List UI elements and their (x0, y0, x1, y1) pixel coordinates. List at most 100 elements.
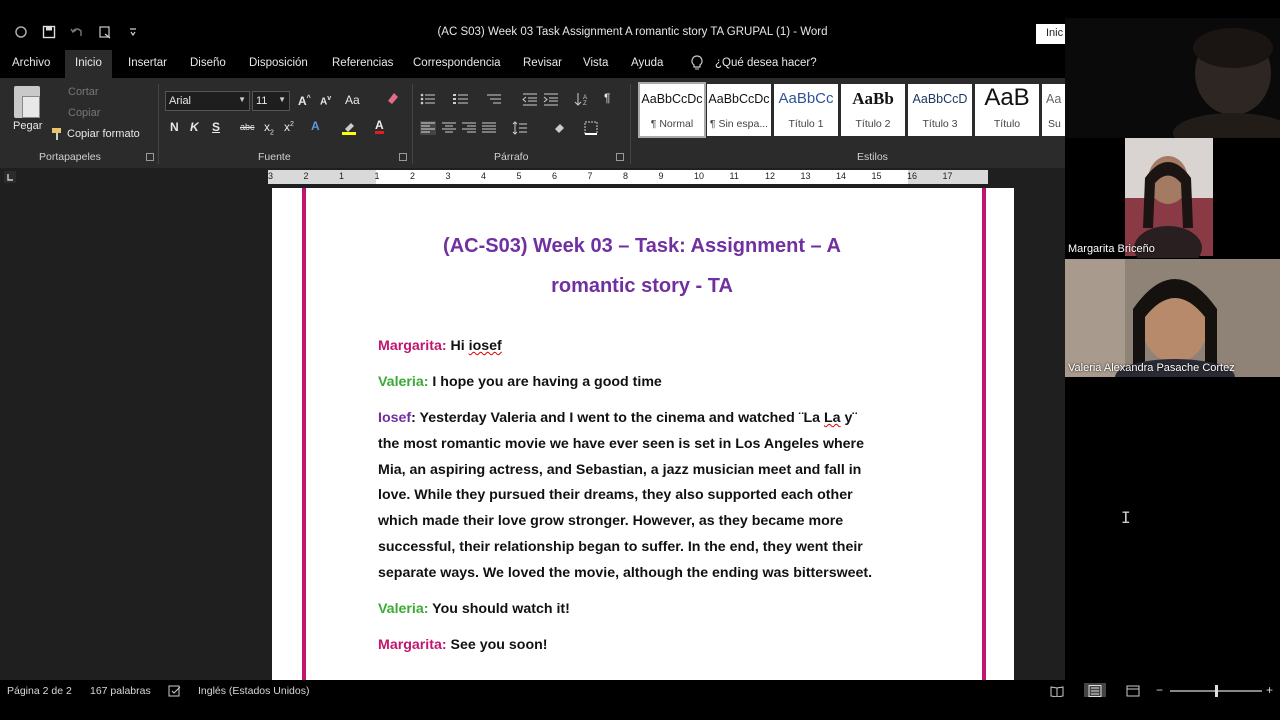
zoom-slider-knob[interactable] (1215, 685, 1218, 697)
group-label-font: Fuente (258, 151, 291, 163)
separator (412, 84, 413, 164)
ruler-number: 3 (268, 171, 274, 181)
document-title-line-1: (AC-S03) Week 03 – Task: Assignment – A (443, 235, 841, 257)
proofing-icon[interactable] (168, 684, 182, 697)
tab-diseno[interactable]: Diseño (190, 57, 226, 69)
change-case-button[interactable]: Aa (345, 93, 360, 107)
highlight-icon[interactable] (341, 121, 357, 135)
style-subtitle[interactable]: Aa Su (1042, 84, 1065, 136)
tab-referencias[interactable]: Referencias (332, 57, 393, 69)
group-label-paragraph: Párrafo (494, 151, 529, 163)
grow-font-icon[interactable]: A^ (298, 94, 311, 108)
style-normal[interactable]: AaBbCcDc ¶ Normal (638, 82, 706, 138)
line-text: See you soon! (446, 637, 548, 653)
shrink-font-icon[interactable]: Av (320, 95, 331, 107)
clipboard-launcher-icon[interactable] (146, 153, 154, 161)
word-count[interactable]: 167 palabras (90, 685, 151, 697)
speaker-name: Iosef (378, 410, 412, 426)
window-title: (AC S03) Week 03 Task Assignment A roman… (437, 26, 828, 38)
participant-tile[interactable] (1065, 18, 1280, 138)
tab-correspondencia[interactable]: Correspondencia (413, 57, 501, 69)
show-formatting-icon[interactable]: ¶ (604, 91, 610, 105)
font-name-combo[interactable]: Arial ▼ (165, 91, 250, 111)
style-preview: AaBbCcD (912, 92, 968, 106)
chevron-down-icon: ▼ (238, 95, 246, 104)
text-cursor-icon: I (1121, 508, 1131, 527)
multilevel-list-icon[interactable] (486, 92, 502, 106)
underline-button[interactable]: S (212, 120, 220, 134)
tab-ayuda[interactable]: Ayuda (631, 57, 663, 69)
align-right-icon[interactable] (461, 121, 477, 135)
document-page[interactable]: (AC-S03) Week 03 – Task: Assignment – A … (272, 188, 1014, 680)
italic-button[interactable]: K (190, 120, 199, 134)
paste-icon[interactable] (14, 86, 40, 118)
style-heading-1[interactable]: AaBbCc Título 1 (774, 84, 838, 136)
tab-inicio[interactable]: Inicio (65, 50, 112, 78)
tab-disposicion[interactable]: Disposición (249, 57, 308, 69)
decrease-indent-icon[interactable] (522, 92, 538, 106)
zoom-in-button[interactable]: + (1266, 683, 1273, 697)
align-center-icon[interactable] (441, 121, 457, 135)
speaker-name: Valeria: (378, 601, 429, 617)
participant-tile[interactable]: Valeria Alexandra Pasache Cortez (1065, 259, 1280, 377)
bold-button[interactable]: N (170, 120, 179, 134)
style-heading-3[interactable]: AaBbCcD Título 3 (908, 84, 972, 136)
line-spacing-icon[interactable] (512, 121, 528, 135)
style-no-spacing[interactable]: AaBbCcDc ¶ Sin espa... (707, 84, 771, 136)
web-layout-icon[interactable] (1126, 684, 1140, 697)
cut-button[interactable]: Cortar (68, 86, 99, 98)
tab-archivo[interactable]: Archivo (12, 57, 50, 69)
justify-icon[interactable] (481, 121, 497, 135)
read-mode-icon[interactable] (1050, 684, 1064, 698)
zoom-out-button[interactable]: − (1156, 683, 1163, 697)
tab-revisar[interactable]: Revisar (523, 57, 562, 69)
line-text: I hope you are having a good time (428, 374, 662, 390)
style-name: Título 1 (788, 118, 824, 130)
format-painter-button[interactable]: Copiar formato (67, 128, 140, 140)
paragraph-launcher-icon[interactable] (616, 153, 624, 161)
page-count[interactable]: Página 2 de 2 (7, 685, 72, 697)
style-title[interactable]: AaB Título (975, 84, 1039, 136)
participant-video (1065, 259, 1280, 377)
subscript-button[interactable]: x2 (264, 120, 274, 136)
strikethrough-button[interactable]: abc (240, 122, 255, 132)
tab-selector-icon[interactable] (4, 171, 16, 183)
font-size-combo[interactable]: 11 ▼ (252, 91, 290, 111)
tab-vista[interactable]: Vista (583, 57, 608, 69)
sign-in-button[interactable]: Inic (1036, 24, 1065, 44)
print-layout-icon[interactable] (1084, 683, 1106, 697)
horizontal-ruler[interactable]: 3 2 1 1 2 3 4 5 6 7 8 9 10 11 12 13 14 15 16 17 (268, 170, 988, 184)
font-launcher-icon[interactable] (399, 153, 407, 161)
shading-icon[interactable] (552, 121, 568, 135)
language-indicator[interactable]: Inglés (Estados Unidos) (198, 685, 309, 697)
font-name-value: Arial (169, 95, 192, 107)
text-effects-icon[interactable]: A (311, 119, 320, 133)
tab-insertar[interactable]: Insertar (128, 57, 167, 69)
paragraph-line: Iosef: Yesterday Valeria and I went to t… (378, 406, 938, 432)
increase-indent-icon[interactable] (543, 92, 559, 106)
dialogue-paragraph: Iosef: Yesterday Valeria and I went to t… (378, 406, 938, 587)
zoom-slider[interactable] (1170, 685, 1262, 697)
ruler-number: 10 (694, 171, 705, 181)
sort-icon[interactable]: AZ (574, 92, 590, 107)
clear-formatting-icon[interactable] (386, 91, 400, 108)
font-color-icon[interactable]: A (375, 119, 384, 134)
borders-icon[interactable] (584, 121, 600, 135)
numbering-icon[interactable] (453, 92, 469, 106)
align-left-icon[interactable] (420, 121, 436, 135)
ruler-number: 6 (552, 171, 558, 181)
participant-tile[interactable]: Margarita Briceño (1065, 138, 1280, 258)
style-heading-2[interactable]: AaBb Título 2 (841, 84, 905, 136)
ribbon-tabs: Archivo Inicio Insertar Diseño Disposici… (0, 50, 1065, 78)
tell-me-search[interactable]: ¿Qué desea hacer? (715, 57, 817, 69)
superscript-button[interactable]: x2 (284, 120, 294, 134)
style-name: Su (1048, 118, 1061, 130)
paragraph-line: love. While they pursued their dreams, t… (378, 487, 853, 504)
participant-name: Margarita Briceño (1068, 243, 1155, 255)
copy-button[interactable]: Copiar (68, 107, 100, 119)
paste-button[interactable]: Pegar (13, 120, 42, 132)
ruler-number: 2 (303, 171, 309, 181)
style-name: ¶ Normal (650, 118, 694, 130)
bullets-icon[interactable] (420, 92, 436, 106)
line-text: Hi (446, 338, 469, 354)
